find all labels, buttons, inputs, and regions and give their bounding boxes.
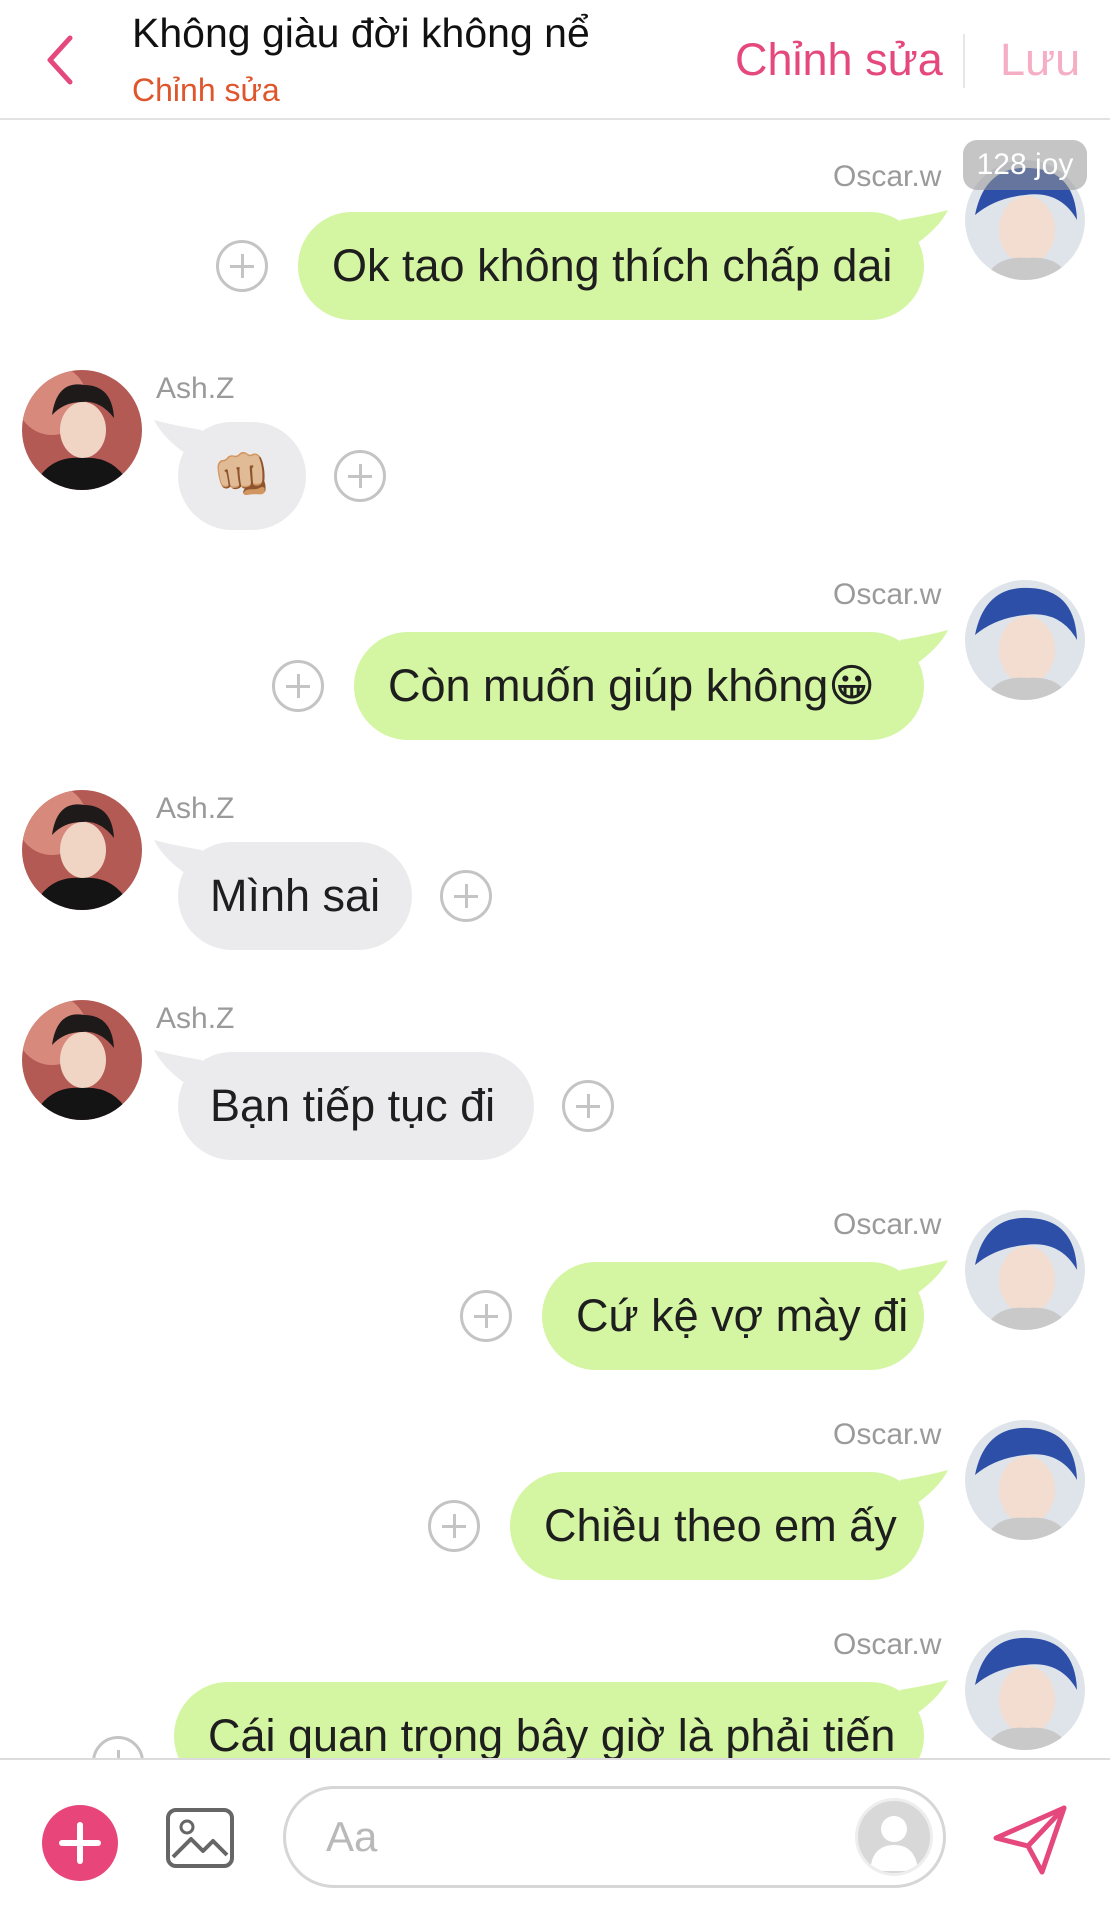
message-bubble[interactable]: 👊🏼 — [178, 422, 306, 530]
message-bubble[interactable]: Ok tao không thích chấp dai — [298, 212, 924, 320]
sender-name: Ash.Z — [156, 792, 235, 825]
chat-subtitle[interactable]: Chỉnh sửa — [132, 72, 280, 109]
bubble-tail — [900, 630, 948, 668]
avatar[interactable] — [965, 1630, 1085, 1750]
chat-header: Không giàu đời không nể Chỉnh sửa Chỉnh … — [0, 0, 1110, 120]
plus-circle-icon[interactable] — [334, 450, 386, 502]
composer-bar: Aa — [0, 1758, 1110, 1922]
sender-name: Oscar.w — [833, 578, 942, 611]
message-bubble[interactable]: Bạn tiếp tục đi — [178, 1052, 534, 1160]
header-divider — [963, 34, 965, 88]
sender-name: Oscar.w — [833, 1628, 942, 1661]
image-icon[interactable] — [165, 1807, 235, 1869]
avatar[interactable] — [22, 370, 142, 490]
save-button[interactable]: Lưu — [1000, 34, 1080, 86]
avatar[interactable] — [965, 1210, 1085, 1330]
sender-name: Oscar.w — [833, 160, 942, 193]
bubble-tail — [900, 1260, 948, 1298]
plus-circle-icon[interactable] — [272, 660, 324, 712]
avatar[interactable] — [965, 580, 1085, 700]
message-bubble[interactable]: Chiều theo em ấy — [510, 1472, 924, 1580]
message-bubble[interactable]: Cứ kệ vợ mày đi — [542, 1262, 924, 1370]
bubble-tail — [900, 1470, 948, 1508]
sender-name: Ash.Z — [156, 1002, 235, 1035]
plus-circle-icon[interactable] — [428, 1500, 480, 1552]
sender-name: Oscar.w — [833, 1418, 942, 1451]
edit-button[interactable]: Chỉnh sửa — [735, 34, 943, 86]
add-button[interactable] — [42, 1805, 118, 1881]
avatar[interactable] — [965, 1420, 1085, 1540]
chat-title: Không giàu đời không nể — [132, 10, 590, 56]
send-icon[interactable] — [990, 1800, 1070, 1880]
sender-name: Ash.Z — [156, 372, 235, 405]
plus-circle-icon[interactable] — [460, 1290, 512, 1342]
avatar-placeholder-icon[interactable] — [855, 1798, 933, 1876]
message-bubble[interactable]: Còn muốn giúp không😀 — [354, 632, 924, 740]
message-bubble[interactable]: Mình sai — [178, 842, 412, 950]
chevron-left-icon[interactable] — [40, 30, 80, 90]
message-input-placeholder: Aa — [326, 1813, 378, 1860]
plus-circle-icon[interactable] — [562, 1080, 614, 1132]
sender-name: Oscar.w — [833, 1208, 942, 1241]
add-icon — [59, 1822, 101, 1864]
plus-circle-icon[interactable] — [440, 870, 492, 922]
avatar[interactable] — [22, 790, 142, 910]
joy-badge: 128 joy — [963, 140, 1087, 190]
bubble-tail — [900, 1680, 948, 1718]
message-input[interactable]: Aa — [283, 1786, 946, 1888]
avatar[interactable] — [22, 1000, 142, 1120]
plus-circle-icon[interactable] — [216, 240, 268, 292]
bubble-tail — [900, 210, 948, 248]
